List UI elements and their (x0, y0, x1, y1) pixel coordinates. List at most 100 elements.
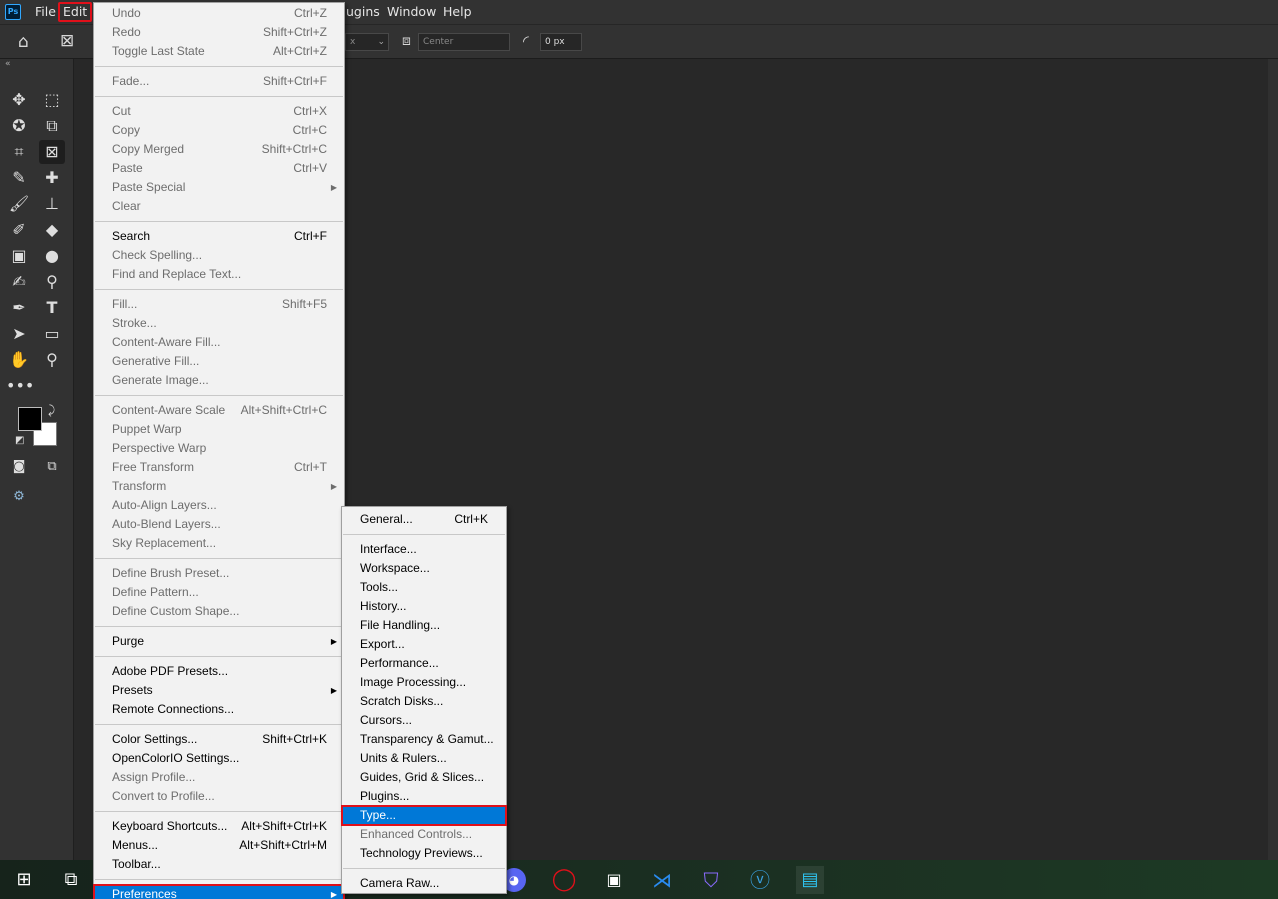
menu-item-check-spelling[interactable]: Check Spelling... (94, 246, 344, 265)
menu-item-content-aware-scale[interactable]: Content-Aware Scale Alt+Shift+Ctrl+C (94, 401, 344, 420)
menu-item-scratch-disks[interactable]: Scratch Disks... (342, 692, 506, 711)
blur-tool-icon[interactable]: ● (39, 244, 65, 268)
swap-colors-icon[interactable]: ⤸ (48, 403, 55, 418)
menu-item-guides-grid-and-slices[interactable]: Guides, Grid & Slices... (342, 768, 506, 787)
menu-item-adobe-pdf-presets[interactable]: Adobe PDF Presets... (94, 662, 344, 681)
menu-item-history[interactable]: History... (342, 597, 506, 616)
menu-item-generate-image[interactable]: Generate Image... (94, 371, 344, 390)
menu-item-presets[interactable]: Presets ▶ (94, 681, 344, 700)
menu-item-camera-raw[interactable]: Camera Raw... (342, 874, 506, 893)
menu-item-assign-profile[interactable]: Assign Profile... (94, 768, 344, 787)
menu-item-undo[interactable]: Undo Ctrl+Z (94, 4, 344, 23)
app-icon[interactable]: ▤ (796, 866, 824, 894)
frame-tool-icon[interactable]: ⊠ (39, 140, 65, 164)
menu-item-clear[interactable]: Clear (94, 197, 344, 216)
opera-icon[interactable]: ◯ (550, 866, 578, 894)
menu-item-define-brush-preset[interactable]: Define Brush Preset... (94, 564, 344, 583)
menu-item-keyboard-shortcuts[interactable]: Keyboard Shortcuts... Alt+Shift+Ctrl+K (94, 817, 344, 836)
menu-help[interactable]: Help (443, 4, 472, 20)
history-brush-tool-icon[interactable]: ✐ (6, 218, 32, 242)
menu-item-free-transform[interactable]: Free Transform Ctrl+T (94, 458, 344, 477)
default-colors-icon[interactable]: ◩ (15, 435, 24, 446)
menu-item-redo[interactable]: Redo Shift+Ctrl+Z (94, 23, 344, 42)
menu-item-toolbar[interactable]: Toolbar... (94, 855, 344, 874)
move-tool-icon[interactable]: ✥ (6, 88, 32, 112)
vivaldi-icon[interactable]: ⓥ (746, 866, 774, 894)
menu-item-generative-fill[interactable]: Generative Fill... (94, 352, 344, 371)
menu-item-transparency-and-gamut[interactable]: Transparency & Gamut... (342, 730, 506, 749)
object-selection-tool-icon[interactable]: ⧉ (39, 114, 65, 138)
menu-item-copy[interactable]: Copy Ctrl+C (94, 121, 344, 140)
radius-input[interactable]: 0 px (540, 33, 582, 51)
menu-item-transform[interactable]: Transform ▶ (94, 477, 344, 496)
gradient-tool-icon[interactable]: ▣ (6, 244, 32, 268)
menu-item-preferences[interactable]: Preferences ▶ (93, 884, 345, 899)
menu-item-color-settings[interactable]: Color Settings... Shift+Ctrl+K (94, 730, 344, 749)
hand-tool-icon[interactable]: ✋ (6, 348, 32, 372)
menu-item-sky-replacement[interactable]: Sky Replacement... (94, 534, 344, 553)
home-icon[interactable]: ⌂ (18, 32, 29, 52)
menu-item-fade[interactable]: Fade... Shift+Ctrl+F (94, 72, 344, 91)
menu-item-workspace[interactable]: Workspace... (342, 559, 506, 578)
menu-item-define-custom-shape[interactable]: Define Custom Shape... (94, 602, 344, 621)
menu-item-purge[interactable]: Purge ▶ (94, 632, 344, 651)
screen-mode-icon[interactable]: ⧉ (39, 455, 65, 479)
type-tool-icon[interactable]: T (39, 296, 65, 320)
menu-item-fill[interactable]: Fill... Shift+F5 (94, 295, 344, 314)
menu-item-auto-align-layers[interactable]: Auto-Align Layers... (94, 496, 344, 515)
eyedropper-tool-icon[interactable]: ✎ (6, 166, 32, 190)
brush-tool-icon[interactable]: 🖌 (6, 192, 32, 216)
menu-item-general[interactable]: General... Ctrl+K (342, 510, 506, 529)
menu-item-auto-blend-layers[interactable]: Auto-Blend Layers... (94, 515, 344, 534)
quick-mask-icon[interactable]: ◙ (6, 455, 32, 479)
zoom-tool-icon[interactable]: ⚲ (39, 348, 65, 372)
menu-item-find-and-replace-text[interactable]: Find and Replace Text... (94, 265, 344, 284)
notion-icon[interactable]: ▣ (600, 866, 628, 894)
field-dropdown[interactable]: x ⌄ (345, 33, 389, 51)
menu-edit[interactable]: Edit (58, 2, 93, 22)
collapse-panel-icon[interactable]: « (5, 59, 11, 69)
pen-tool-icon[interactable]: ✒ (6, 296, 32, 320)
menu-item-content-aware-fill[interactable]: Content-Aware Fill... (94, 333, 344, 352)
menu-item-units-and-rulers[interactable]: Units & Rulers... (342, 749, 506, 768)
rectangle-tool-icon[interactable]: ▭ (39, 322, 65, 346)
menu-item-define-pattern[interactable]: Define Pattern... (94, 583, 344, 602)
menu-item-performance[interactable]: Performance... (342, 654, 506, 673)
menu-item-copy-merged[interactable]: Copy Merged Shift+Ctrl+C (94, 140, 344, 159)
clone-stamp-tool-icon[interactable]: ⊥ (39, 192, 65, 216)
menu-item-tools[interactable]: Tools... (342, 578, 506, 597)
menu-item-cursors[interactable]: Cursors... (342, 711, 506, 730)
menu-item-type[interactable]: Type... (341, 805, 507, 826)
menu-item-search[interactable]: Search Ctrl+F (94, 227, 344, 246)
more-tools-icon[interactable]: ••• (6, 374, 34, 398)
path-selection-tool-icon[interactable]: ➤ (6, 322, 32, 346)
menu-item-plugins[interactable]: Plugins... (342, 787, 506, 806)
eraser-tool-icon[interactable]: ◆ (39, 218, 65, 242)
menu-item-image-processing[interactable]: Image Processing... (342, 673, 506, 692)
foreground-color-swatch[interactable] (18, 407, 42, 431)
proton-vpn-icon[interactable]: ⛉ (697, 866, 725, 894)
menu-item-puppet-warp[interactable]: Puppet Warp (94, 420, 344, 439)
menu-item-convert-to-profile[interactable]: Convert to Profile... (94, 787, 344, 806)
menu-item-perspective-warp[interactable]: Perspective Warp (94, 439, 344, 458)
crop-tool-icon[interactable]: ⌗ (6, 140, 32, 164)
menu-item-toggle-last-state[interactable]: Toggle Last State Alt+Ctrl+Z (94, 42, 344, 61)
menu-window[interactable]: Window (387, 4, 436, 20)
menu-item-paste-special[interactable]: Paste Special ▶ (94, 178, 344, 197)
menu-file[interactable]: File (35, 4, 56, 20)
menu-item-export[interactable]: Export... (342, 635, 506, 654)
align-field[interactable]: Center (418, 33, 510, 51)
menu-item-opencolorio-settings[interactable]: OpenColorIO Settings... (94, 749, 344, 768)
menu-item-remote-connections[interactable]: Remote Connections... (94, 700, 344, 719)
task-view-icon[interactable]: ⧉ (57, 866, 85, 894)
quick-selection-tool-icon[interactable]: ✪ (6, 114, 32, 138)
menu-item-file-handling[interactable]: File Handling... (342, 616, 506, 635)
windows-start-icon[interactable]: ⊞ (10, 866, 38, 894)
burn-tool-icon[interactable]: ⚲ (39, 270, 65, 294)
healing-brush-tool-icon[interactable]: ✚ (39, 166, 65, 190)
marquee-tool-icon[interactable]: ⬚ (39, 88, 65, 112)
menu-item-technology-previews[interactable]: Technology Previews... (342, 844, 506, 863)
menu-item-stroke[interactable]: Stroke... (94, 314, 344, 333)
menu-item-cut[interactable]: Cut Ctrl+X (94, 102, 344, 121)
menu-item-enhanced-controls[interactable]: Enhanced Controls... (342, 825, 506, 844)
